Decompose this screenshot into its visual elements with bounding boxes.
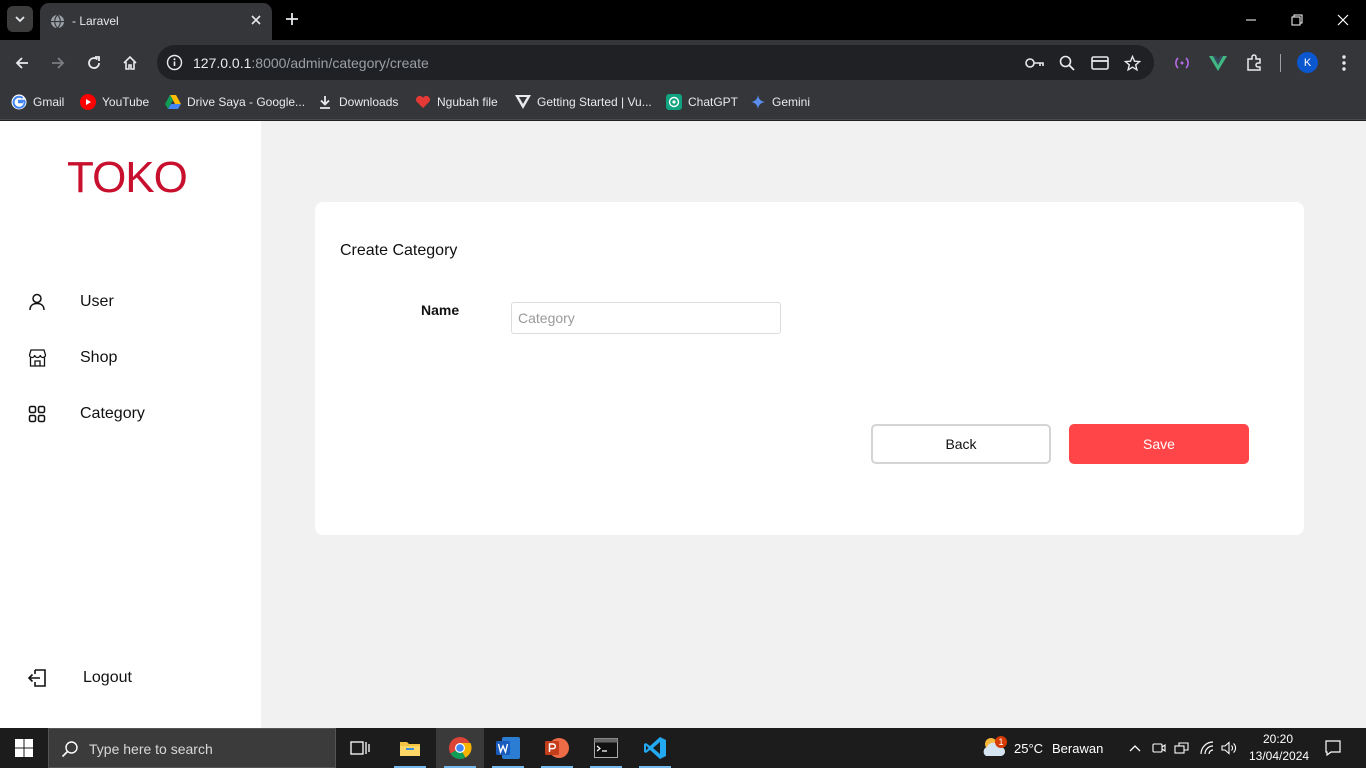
toko-logo[interactable]: TOKO [67,153,188,203]
chevron-up-icon[interactable] [1127,740,1143,756]
sidebar-item-shop[interactable]: Shop [26,346,117,370]
windows-logo-icon [15,739,33,757]
browser-tab[interactable]: - Laravel [40,3,272,40]
bookmarks-bar: Gmail YouTube Drive Saya - Google... Dow… [0,85,1366,120]
sidebar-item-label: Category [80,405,145,422]
address-bar[interactable]: 127.0.0.1:8000/admin/category/create [157,45,1154,80]
reload-icon[interactable] [82,51,106,75]
new-tab-plus-icon[interactable] [283,10,301,28]
globe-icon [50,14,65,29]
chevron-down-icon [15,16,25,23]
close-window-icon[interactable] [1320,0,1366,40]
taskbar-search-box[interactable]: Type here to search [48,728,336,768]
vuetify-icon [515,94,531,110]
extension-radio-icon[interactable] [1171,52,1193,74]
vscode-icon[interactable] [631,728,679,768]
gmail-icon [11,94,27,110]
volume-icon[interactable] [1221,740,1237,756]
gemini-icon [750,94,766,110]
bookmark-gmail[interactable]: Gmail [11,92,64,112]
bookmark-gemini[interactable]: Gemini [750,92,810,112]
browser-toolbar: 127.0.0.1:8000/admin/category/create K [0,40,1366,85]
category-grid-icon [26,403,48,425]
category-name-input[interactable] [511,302,781,334]
bookmark-youtube[interactable]: YouTube [80,92,149,112]
bookmark-chatgpt[interactable]: ChatGPT [666,92,738,112]
notification-icon[interactable] [1325,740,1341,756]
zoom-icon[interactable] [1057,53,1077,73]
tab-close-icon[interactable] [248,12,264,28]
windows-taskbar: Type here to search 1 25°C Berawan 20:20… [0,728,1366,768]
site-info-icon[interactable] [166,54,183,71]
google-drive-icon [165,94,181,110]
forward-arrow-icon[interactable] [46,51,70,75]
task-view-icon[interactable] [336,728,384,768]
word-icon[interactable] [484,728,532,768]
page-content: TOKO User Shop Category Logout Create Ca… [0,121,1366,728]
home-icon[interactable] [118,51,142,75]
clock-date[interactable]: 13/04/2024 [1249,749,1309,763]
powerpoint-icon[interactable] [533,728,581,768]
bookmark-getting-started[interactable]: Getting Started | Vu... [515,92,652,112]
toolbar-divider [1280,54,1281,72]
chrome-taskbar-icon[interactable] [436,728,484,768]
sidebar-item-category[interactable]: Category [26,402,145,426]
network-adapter-icon[interactable] [1174,740,1190,756]
back-arrow-icon[interactable] [10,51,34,75]
weather-temperature: 25°C [1014,741,1044,756]
vue-devtools-icon[interactable] [1207,52,1229,74]
heart-icon [415,94,431,110]
clock-time[interactable]: 20:20 [1263,732,1293,746]
bookmark-drive[interactable]: Drive Saya - Google... [165,92,305,112]
user-icon [26,291,48,313]
chatgpt-icon [666,94,682,110]
wifi-icon[interactable] [1199,740,1215,756]
youtube-icon [80,94,96,110]
meet-now-icon[interactable] [1151,740,1167,756]
logout-button[interactable]: Logout [26,666,132,690]
sidebar: TOKO User Shop Category Logout [0,121,261,728]
weather-badge: 1 [995,736,1007,748]
profile-avatar[interactable]: K [1297,52,1318,73]
url-text[interactable]: 127.0.0.1:8000/admin/category/create [193,55,429,71]
bookmark-ngubah-file[interactable]: Ngubah file [415,92,498,112]
browser-tab-bar: - Laravel [0,0,1366,40]
shop-icon [26,347,48,369]
weather-cloud-icon[interactable]: 1 [981,734,1007,760]
logout-label: Logout [83,669,132,686]
sidebar-item-user[interactable]: User [26,290,114,314]
start-button[interactable] [0,728,48,768]
bookmark-downloads[interactable]: Downloads [317,92,398,112]
minimize-icon[interactable] [1228,0,1274,40]
password-key-icon[interactable] [1025,53,1045,73]
search-placeholder: Type here to search [89,741,213,757]
sidebar-item-label: Shop [80,349,118,366]
more-menu-icon[interactable] [1334,52,1354,74]
download-icon [317,94,333,110]
weather-description: Berawan [1052,741,1104,756]
card-icon[interactable] [1090,53,1110,73]
extensions-puzzle-icon[interactable] [1243,52,1265,74]
create-category-card: Create Category Name Back Save [315,202,1304,535]
file-explorer-icon[interactable] [386,728,434,768]
terminal-icon[interactable] [582,728,630,768]
tab-title: - Laravel [72,14,119,28]
logout-icon [26,667,48,689]
page-title: Create Category [340,242,458,259]
search-icon [61,741,78,758]
tab-search-button[interactable] [7,6,33,32]
save-button[interactable]: Save [1069,424,1249,464]
bookmark-star-icon[interactable] [1122,53,1142,73]
back-button[interactable]: Back [871,424,1051,464]
name-field-label: Name [421,302,460,318]
sidebar-item-label: User [80,293,114,310]
restore-icon[interactable] [1274,0,1320,40]
